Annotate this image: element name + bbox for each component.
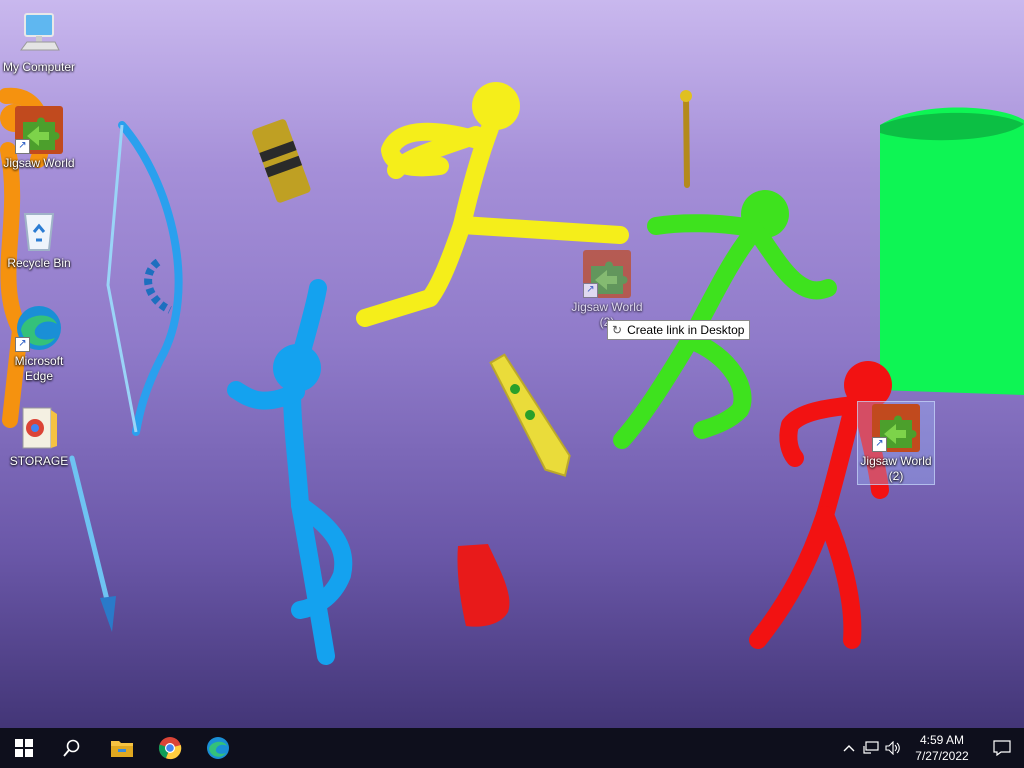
volume-icon: [885, 741, 900, 755]
file-explorer-icon: [111, 741, 133, 757]
search-button[interactable]: [48, 728, 96, 768]
drag-link-tooltip: ↻ Create link in Desktop: [607, 320, 751, 340]
taskbar: 4:59 AM 7/27/2022: [0, 728, 1024, 768]
chevron-up-icon: [843, 745, 855, 752]
icon-label: Jigsaw World: [3, 156, 75, 170]
taskbar-chrome[interactable]: [146, 728, 194, 768]
blue-stick-figure: [227, 279, 353, 665]
windows-logo-icon: [15, 739, 33, 757]
staff-drawing: [680, 90, 692, 188]
shortcut-arrow-icon: ↗: [15, 139, 30, 154]
desktop-icon-jigsaw-world[interactable]: ↗ Jigsaw World: [1, 106, 77, 171]
red-block-drawing: [457, 544, 510, 627]
desktop-icon-storage[interactable]: STORAGE: [1, 404, 77, 469]
volume-button[interactable]: [882, 728, 904, 768]
desktop-icon-microsoft-edge[interactable]: ↗ Microsoft Edge: [1, 304, 77, 384]
taskbar-clock[interactable]: 4:59 AM 7/27/2022: [904, 732, 980, 764]
edge-icon: [207, 737, 229, 759]
link-icon: ↻: [612, 323, 623, 337]
taskbar-edge[interactable]: [194, 728, 242, 768]
show-hidden-icons-button[interactable]: [838, 728, 860, 768]
icon-label: STORAGE: [9, 454, 69, 468]
clock-date: 7/27/2022: [915, 749, 969, 763]
computer-icon: [15, 10, 63, 58]
taskbar-file-explorer[interactable]: [98, 728, 146, 768]
network-icon: [863, 741, 879, 754]
shortcut-arrow-icon: ↗: [872, 437, 887, 452]
dragged-icon-jigsaw-world-2: ↗ Jigsaw World (2): [569, 250, 645, 330]
jigsaw-world-icon: ↗: [15, 106, 63, 154]
recycle-bin-icon: [15, 206, 63, 254]
edge-icon: ↗: [15, 304, 63, 352]
green-cylinder-drawing: [880, 107, 1024, 395]
icon-label: Jigsaw World (2): [860, 454, 932, 483]
start-button[interactable]: [0, 728, 48, 768]
desktop-icon-recycle-bin[interactable]: Recycle Bin: [1, 206, 77, 271]
green-stick-figure: [613, 190, 837, 449]
arrow-drawing: [69, 455, 116, 632]
gold-scroll-drawing: [252, 119, 311, 203]
chrome-icon: [158, 737, 182, 760]
shortcut-arrow-icon: ↗: [15, 337, 30, 352]
bow-drawing: [106, 121, 183, 436]
search-icon: [63, 739, 80, 757]
network-button[interactable]: [860, 728, 882, 768]
jigsaw-world-icon: ↗: [872, 404, 920, 452]
notification-center-button[interactable]: [980, 728, 1024, 768]
yellow-sword-drawing: [489, 353, 571, 477]
desktop-icon-my-computer[interactable]: My Computer: [1, 10, 77, 75]
clock-time: 4:59 AM: [919, 733, 965, 747]
stick-figure-wallpaper: [0, 82, 1024, 665]
desktop[interactable]: My Computer ↗ Jigsaw World Recycle Bin ↗…: [0, 0, 1024, 728]
notification-icon: [993, 740, 1011, 756]
icon-label: Microsoft Edge: [14, 354, 64, 383]
tooltip-text: Create link in Desktop: [627, 323, 745, 337]
jigsaw-world-icon: ↗: [583, 250, 631, 298]
desktop-icon-jigsaw-world-2[interactable]: ↗ Jigsaw World (2): [857, 401, 935, 485]
icon-label: My Computer: [2, 60, 76, 74]
storage-folder-icon: [15, 404, 63, 452]
icon-label: Recycle Bin: [7, 256, 71, 270]
shortcut-arrow-icon: ↗: [583, 283, 598, 298]
system-tray: 4:59 AM 7/27/2022: [838, 728, 1024, 768]
